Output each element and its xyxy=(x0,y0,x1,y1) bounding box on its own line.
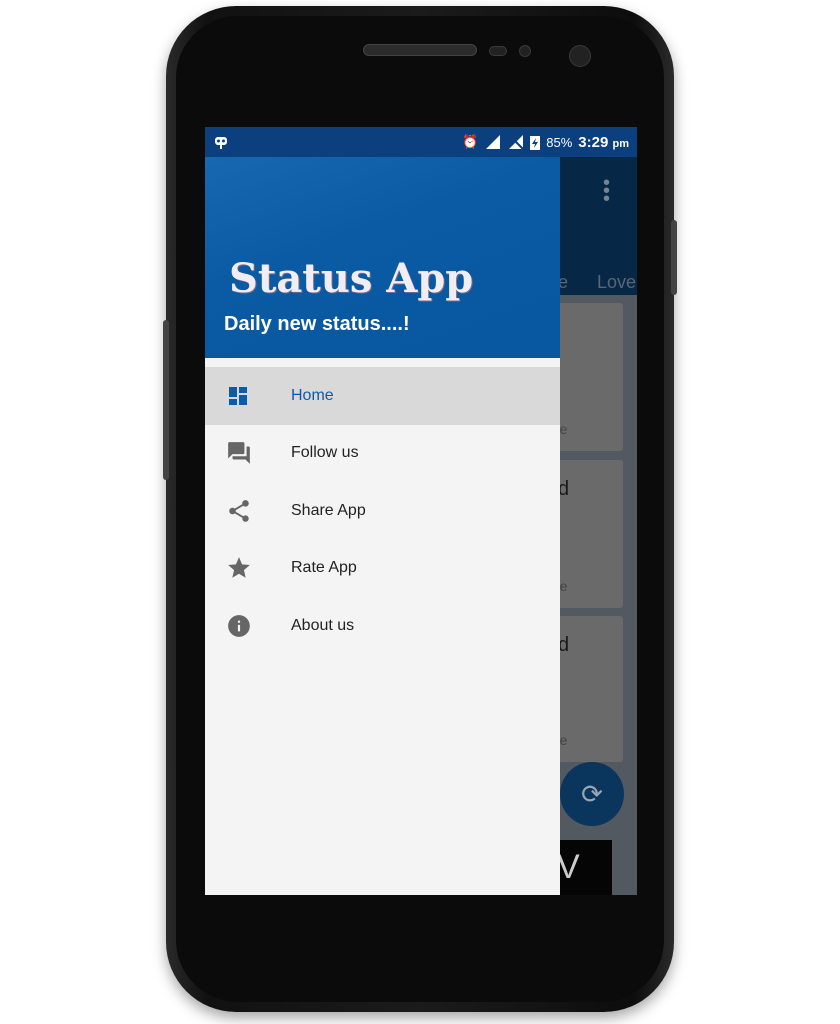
menu-item-follow-us[interactable]: Follow us xyxy=(205,425,560,483)
menu-label: About us xyxy=(291,616,355,634)
menu-label: Home xyxy=(291,386,334,404)
volume-button[interactable] xyxy=(163,320,169,480)
menu-label: Rate App xyxy=(291,559,357,577)
clock-time: 3:29 xyxy=(578,133,609,151)
signal-icon xyxy=(486,135,501,149)
refresh-icon: ⟳ xyxy=(581,778,603,809)
sensor xyxy=(489,46,507,56)
app-subtitle: Daily new status....! xyxy=(224,313,410,335)
tab-love[interactable]: Love xyxy=(597,272,636,293)
alarm-icon: ⏰ xyxy=(462,134,479,149)
share-icon xyxy=(205,498,291,524)
menu-label: Share App xyxy=(291,501,366,519)
front-camera xyxy=(569,45,591,67)
sensor xyxy=(519,45,531,57)
menu-item-rate-app[interactable]: Rate App xyxy=(205,540,560,598)
menu-label: Follow us xyxy=(291,444,359,462)
refresh-fab[interactable]: ⟳ xyxy=(560,762,624,826)
menu-item-home[interactable]: Home xyxy=(205,367,560,425)
menu-item-share-app[interactable]: Share App xyxy=(205,482,560,540)
battery-percent: 85% xyxy=(546,134,573,150)
info-icon xyxy=(205,613,291,639)
drawer-menu: Home Follow us Share App Rate App About … xyxy=(205,367,560,655)
clock: 3:29 pm xyxy=(578,134,629,151)
menu-item-about-us[interactable]: About us xyxy=(205,597,560,655)
star-icon xyxy=(205,555,291,581)
dashboard-icon xyxy=(205,384,291,408)
app-title: Status App xyxy=(229,255,474,302)
screen: • • • e Love re d re d re ⟳ V ⏰ 85% 3:29 pm … xyxy=(205,127,637,895)
battery-charging-icon xyxy=(530,136,541,150)
earpiece-speaker xyxy=(363,44,477,56)
forum-icon xyxy=(205,440,291,466)
status-bar: ⏰ 85% 3:29 pm xyxy=(205,127,637,157)
drawer-header: Status App Daily new status....! xyxy=(205,157,560,358)
banner-text: V xyxy=(557,848,580,886)
power-button[interactable] xyxy=(671,220,677,295)
no-sim-icon xyxy=(508,134,524,150)
navigation-drawer: Status App Daily new status....! Home Fo… xyxy=(205,157,560,895)
cyanogen-icon xyxy=(215,137,227,149)
overflow-menu-icon[interactable]: • • • xyxy=(603,173,610,209)
clock-ampm: pm xyxy=(612,137,630,150)
